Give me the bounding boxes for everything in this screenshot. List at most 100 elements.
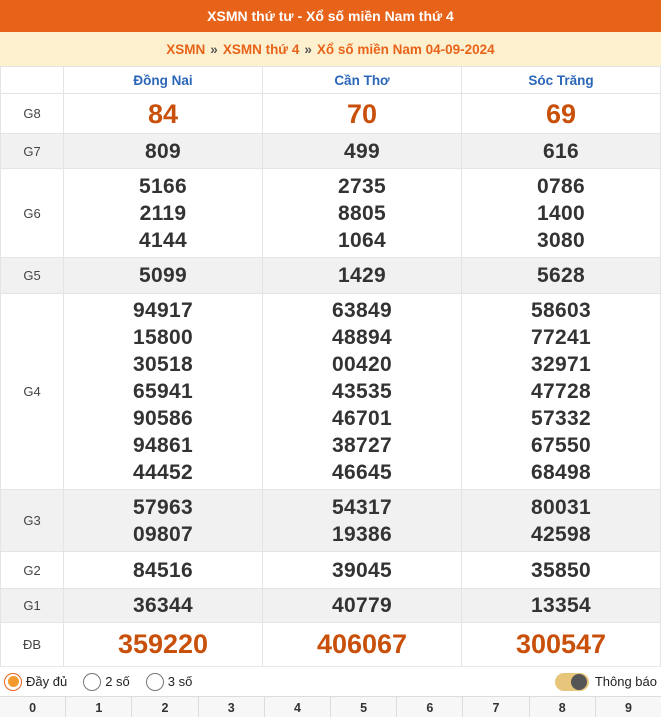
digit-5[interactable]: 5	[331, 697, 398, 717]
prize-cell: 63849 48894 00420 43535 46701 38727 46645	[262, 293, 462, 490]
prize-label: G8	[0, 93, 64, 134]
prize-number: 36344	[133, 594, 193, 617]
prize-cell: 0786 1400 3080	[461, 168, 661, 258]
option-2-label: 2 số	[105, 674, 130, 689]
toggle-knob-icon	[570, 673, 587, 690]
breadcrumb-separator: »	[304, 41, 312, 57]
prize-cell: 36344	[63, 588, 263, 623]
province-soc-trang[interactable]: Sóc Trăng	[461, 66, 661, 94]
prize-cell: 40779	[262, 588, 462, 623]
prize-number: 35850	[531, 558, 591, 582]
prize-number: 2119	[139, 201, 187, 225]
prize-cell: 13354	[461, 588, 661, 623]
prize-cell: 499	[262, 133, 462, 169]
prize-number: 70	[346, 98, 378, 129]
prize-number: 3080	[537, 228, 585, 252]
prize-number: 68498	[531, 461, 591, 484]
prize-label: G3	[0, 489, 64, 552]
digit-2[interactable]: 2	[132, 697, 199, 717]
prize-number: 43535	[332, 380, 392, 403]
digit-7[interactable]: 7	[463, 697, 530, 717]
prize-row-g3: G3 57963 09807 54317 19386 80031 42598	[0, 489, 661, 552]
breadcrumb-xsmn-thu-4[interactable]: XSMN thứ 4	[223, 42, 300, 57]
prize-cell: 69	[461, 93, 661, 134]
prize-number: 1429	[338, 264, 386, 287]
prize-number: 67550	[531, 434, 591, 457]
notify-toggle[interactable]	[554, 672, 589, 691]
prize-number: 42598	[531, 522, 591, 546]
prize-number: 48894	[332, 326, 392, 349]
prize-number: 57332	[531, 407, 591, 430]
prize-row-special: ĐB 359220 406067 300547	[0, 622, 661, 667]
prize-number: 94861	[133, 434, 193, 457]
province-can-tho[interactable]: Cần Thơ	[262, 66, 462, 94]
prize-cell: 300547	[461, 622, 661, 667]
prize-row-g1: G1 36344 40779 13354	[0, 588, 661, 623]
digit-6[interactable]: 6	[397, 697, 464, 717]
prize-number: 4144	[139, 228, 187, 252]
prize-cell: 58603 77241 32971 47728 57332 67550 68498	[461, 293, 661, 490]
prize-number: 39045	[332, 558, 392, 582]
prize-cell: 57963 09807	[63, 489, 263, 552]
prize-label: ĐB	[0, 622, 64, 667]
prize-number: 809	[145, 139, 181, 163]
prize-cell: 94917 15800 30518 65941 90586 94861 44452	[63, 293, 263, 490]
prize-number: 5166	[139, 174, 187, 198]
prize-cell: 2735 8805 1064	[262, 168, 462, 258]
radio-checked-icon	[4, 672, 22, 691]
breadcrumb-xsmn[interactable]: XSMN	[166, 42, 205, 57]
digit-0[interactable]: 0	[0, 697, 67, 717]
prize-number: 44452	[133, 461, 193, 484]
special-prize-number: 359220	[117, 629, 209, 659]
prize-number: 58603	[531, 299, 591, 322]
option-3-digits[interactable]: 3 số	[145, 672, 192, 691]
digit-4[interactable]: 4	[265, 697, 332, 717]
prize-number: 15800	[133, 326, 193, 349]
prize-number: 94917	[133, 299, 193, 322]
prize-cell: 1429	[262, 257, 462, 294]
prize-label: G5	[0, 257, 64, 294]
prize-number: 8805	[338, 201, 386, 225]
notify-toggle-group: Thông báo	[554, 672, 657, 691]
prize-number: 19386	[332, 522, 392, 546]
page-title: XSMN thứ tư - Xổ số miền Nam thứ 4	[0, 0, 661, 32]
option-2-digits[interactable]: 2 số	[83, 672, 130, 691]
prize-number: 2735	[338, 174, 386, 198]
prize-number: 32971	[531, 353, 591, 376]
prize-row-g7: G7 809 499 616	[0, 133, 661, 169]
digit-3[interactable]: 3	[199, 697, 265, 717]
prize-row-g8: G8 84 70 69	[0, 93, 661, 134]
prize-number: 84	[147, 98, 179, 129]
display-options: Đầy đủ 2 số 3 số Thông báo	[0, 666, 661, 696]
prize-number: 5099	[139, 264, 187, 287]
radio-unchecked-icon	[145, 672, 164, 691]
special-prize-number: 300547	[515, 629, 607, 659]
digit-8[interactable]: 8	[530, 697, 596, 717]
prize-number: 69	[545, 98, 577, 129]
prize-number: 09807	[133, 522, 193, 546]
prize-label: G7	[0, 133, 64, 169]
prize-number: 616	[543, 139, 579, 163]
prize-number: 1064	[338, 228, 386, 252]
province-dong-nai[interactable]: Đồng Nai	[63, 66, 263, 94]
breadcrumb: XSMN » XSMN thứ 4 » Xổ số miền Nam 04-09…	[0, 32, 661, 66]
results-table: Đồng Nai Cần Thơ Sóc Trăng G8 84 70 69 G7 80…	[0, 66, 661, 667]
digit-1[interactable]: 1	[66, 697, 133, 717]
breadcrumb-current[interactable]: Xổ số miền Nam 04-09-2024	[317, 42, 495, 57]
prize-number: 84516	[133, 558, 193, 582]
prize-number: 65941	[133, 380, 193, 403]
prize-cell: 5628	[461, 257, 661, 294]
prize-cell: 84516	[63, 551, 263, 589]
prize-cell: 406067	[262, 622, 462, 667]
prize-number: 0786	[537, 174, 585, 198]
option-full[interactable]: Đầy đủ	[4, 672, 67, 691]
prize-number: 40779	[332, 594, 392, 617]
prize-cell: 84	[63, 93, 263, 134]
prize-cell: 39045	[262, 551, 462, 589]
prize-cell: 5166 2119 4144	[63, 168, 263, 258]
prize-label: G2	[0, 551, 64, 589]
prize-number: 499	[344, 139, 380, 163]
prize-number: 46701	[332, 407, 392, 430]
digit-9[interactable]: 9	[596, 697, 661, 717]
prize-number: 77241	[531, 326, 591, 349]
